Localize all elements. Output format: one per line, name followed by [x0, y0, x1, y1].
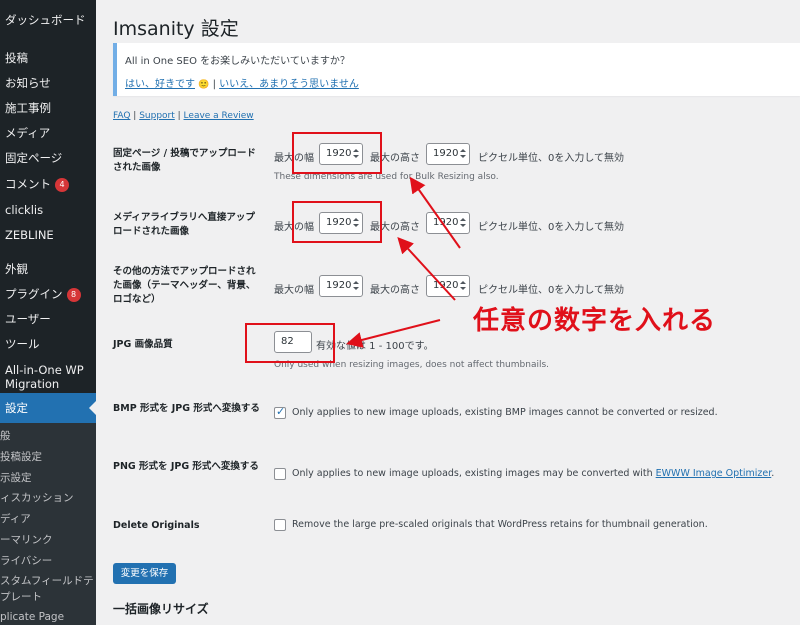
notice-links: はい、好きです 🙂 | いいえ、あまりそう思いません [125, 75, 359, 90]
sidebar-item-5[interactable]: 固定ページ [0, 151, 96, 165]
pages-posts-label: 固定ページ / 投稿でアップロードされた画像 [113, 148, 256, 173]
png-convert-checkbox[interactable] [274, 468, 286, 480]
smile-emoji-icon: 🙂 [198, 80, 210, 90]
faq-link[interactable]: FAQ [113, 111, 130, 121]
link-separator: | [130, 111, 140, 121]
media-library-label: メディアライブラリへ直接アップロードされた画像 [113, 212, 255, 237]
sidebar-item-label: ユーザー [5, 312, 51, 326]
sidebar-item-8[interactable]: ZEBLINE [0, 228, 96, 242]
sidebar-item-label: ダッシュボード [5, 13, 86, 27]
spinner-icon[interactable] [353, 281, 359, 291]
sidebar-item-6[interactable]: コメント 4 [0, 177, 96, 192]
submenu-item-5[interactable]: ーマリンク [0, 533, 96, 547]
ewww-link[interactable]: EWWW Image Optimizer [656, 468, 772, 479]
png-convert-tail: . [771, 468, 775, 479]
media-max-height-value: 1920 [433, 217, 459, 228]
bmp-convert-label: BMP 形式を JPG 形式へ変換する [113, 403, 260, 414]
highlight-box-pages-width [292, 132, 382, 174]
notice-text: All in One SEO をお楽しみいただいていますか？ [125, 56, 350, 67]
delete-originals-text: Remove the large pre-scaled originals th… [292, 519, 708, 530]
notice-yes-link[interactable]: はい、好きです [125, 79, 195, 90]
spinner-icon[interactable] [460, 218, 466, 228]
aioseo-notice: All in One SEO をお楽しみいただいていますか？ はい、好きです 🙂… [113, 43, 800, 96]
sidebar-item-label-line2: Migration [5, 377, 60, 391]
spinner-icon[interactable] [460, 149, 466, 159]
submenu-item-1[interactable]: 投稿設定 [0, 450, 96, 464]
sidebar-item-11[interactable]: ユーザー [0, 312, 96, 326]
count-badge: 4 [55, 178, 69, 192]
bmp-convert-text: Only applies to new image uploads, exist… [292, 407, 718, 418]
annotation-text: 任意の数字を入れる [473, 306, 717, 336]
sidebar-item-3[interactable]: 施工事例 [0, 101, 96, 115]
png-convert-text-wrap: Only applies to new image uploads, exist… [292, 468, 774, 479]
highlight-box-media-width [292, 201, 382, 243]
sidebar-item-label: 設定 [5, 401, 28, 415]
other-uploads-label: その他の方法でアップロードされた画像（テーマヘッダー、背景、ロゴなど） [113, 266, 256, 305]
count-badge: 8 [66, 288, 81, 302]
submenu-item-6[interactable]: ライバシー [0, 554, 96, 568]
sidebar-item-label: ツール [5, 337, 40, 351]
sidebar-item-0[interactable]: ダッシュボード [0, 13, 96, 27]
other-height-label: 最大の高さ [370, 285, 420, 296]
save-button[interactable]: 変更を保存 [113, 563, 176, 584]
delete-originals-label: Delete Originals [113, 520, 200, 531]
submenu-item-0[interactable]: 般 [0, 429, 96, 443]
submenu-item-8[interactable]: プレート [0, 590, 96, 604]
sidebar-item-label: プラグイン [5, 287, 63, 301]
submenu-item-9[interactable]: plicate Page [0, 610, 96, 624]
sidebar-item-1[interactable]: 投稿 [0, 51, 96, 65]
sidebar-item-label: 固定ページ [5, 151, 63, 165]
sidebar-item-label: All-in-One WP [5, 363, 84, 377]
pages-max-height-input[interactable]: 1920 [426, 143, 470, 165]
sidebar-item-7[interactable]: clicklis [0, 203, 96, 217]
submenu-item-4[interactable]: ディア [0, 512, 96, 526]
help-links: FAQ | Support | Leave a Review [113, 111, 254, 121]
sidebar-item-12[interactable]: ツール [0, 337, 96, 351]
other-max-height-input[interactable]: 1920 [426, 275, 470, 297]
other-max-width-value: 1920 [326, 280, 352, 291]
sidebar-item-label: clicklis [5, 203, 44, 217]
sidebar-item-10[interactable]: プラグイン 8 [0, 287, 96, 302]
sidebar-item-label: お知らせ [5, 76, 51, 90]
notice-no-link[interactable]: いいえ、あまりそう思いません [219, 79, 359, 90]
submenu-item-2[interactable]: 示設定 [0, 471, 96, 485]
admin-sidebar: ダッシュボード 投稿お知らせ施工事例メディア固定ページコメント 4 clicklis Z… [0, 0, 96, 625]
media-max-height-input[interactable]: 1920 [426, 212, 470, 234]
other-width-label: 最大の幅 [274, 285, 314, 296]
spinner-icon[interactable] [460, 281, 466, 291]
sidebar-item-2[interactable]: お知らせ [0, 76, 96, 90]
jpg-quality-label: JPG 画像品質 [113, 339, 173, 350]
link-separator: | [174, 111, 184, 121]
sidebar-item-13[interactable]: All-in-One WP Migration [0, 363, 96, 391]
other-max-width-input[interactable]: 1920 [319, 275, 363, 297]
sidebar-item-14[interactable]: 設定 [0, 393, 96, 423]
sidebar-item-label: 外観 [5, 262, 28, 276]
sidebar-item-label: ZEBLINE [5, 228, 54, 242]
submenu-item-3[interactable]: ィスカッション [0, 491, 96, 505]
bmp-convert-checkbox[interactable] [274, 405, 286, 419]
png-convert-label: PNG 形式を JPG 形式へ変換する [113, 461, 259, 472]
submenu-item-7[interactable]: スタムフィールドテ [0, 574, 96, 588]
review-link[interactable]: Leave a Review [184, 111, 254, 121]
delete-originals-checkbox[interactable] [274, 519, 286, 531]
bulk-resize-heading: 一括画像リサイズ [113, 602, 209, 616]
sidebar-item-4[interactable]: メディア [0, 126, 96, 140]
sidebar-item-label: コメント [5, 177, 51, 191]
other-max-height-value: 1920 [433, 280, 459, 291]
sidebar-item-label: 施工事例 [5, 101, 51, 115]
sidebar-item-label: 投稿 [5, 51, 28, 65]
sidebar-item-9[interactable]: 外観 [0, 262, 96, 276]
sidebar-item-label: メディア [5, 126, 51, 140]
pages-max-height-value: 1920 [433, 148, 459, 159]
other-unit-text: ピクセル単位、0を入力して無効 [478, 285, 625, 296]
png-convert-text: Only applies to new image uploads, exist… [292, 468, 653, 479]
media-unit-text: ピクセル単位、0を入力して無効 [478, 222, 625, 233]
highlight-box-jpg-quality [245, 323, 335, 363]
page-title: Imsanity 設定 [113, 18, 239, 40]
support-link[interactable]: Support [139, 111, 175, 121]
pages-unit-text: ピクセル単位、0を入力して無効 [478, 153, 625, 164]
